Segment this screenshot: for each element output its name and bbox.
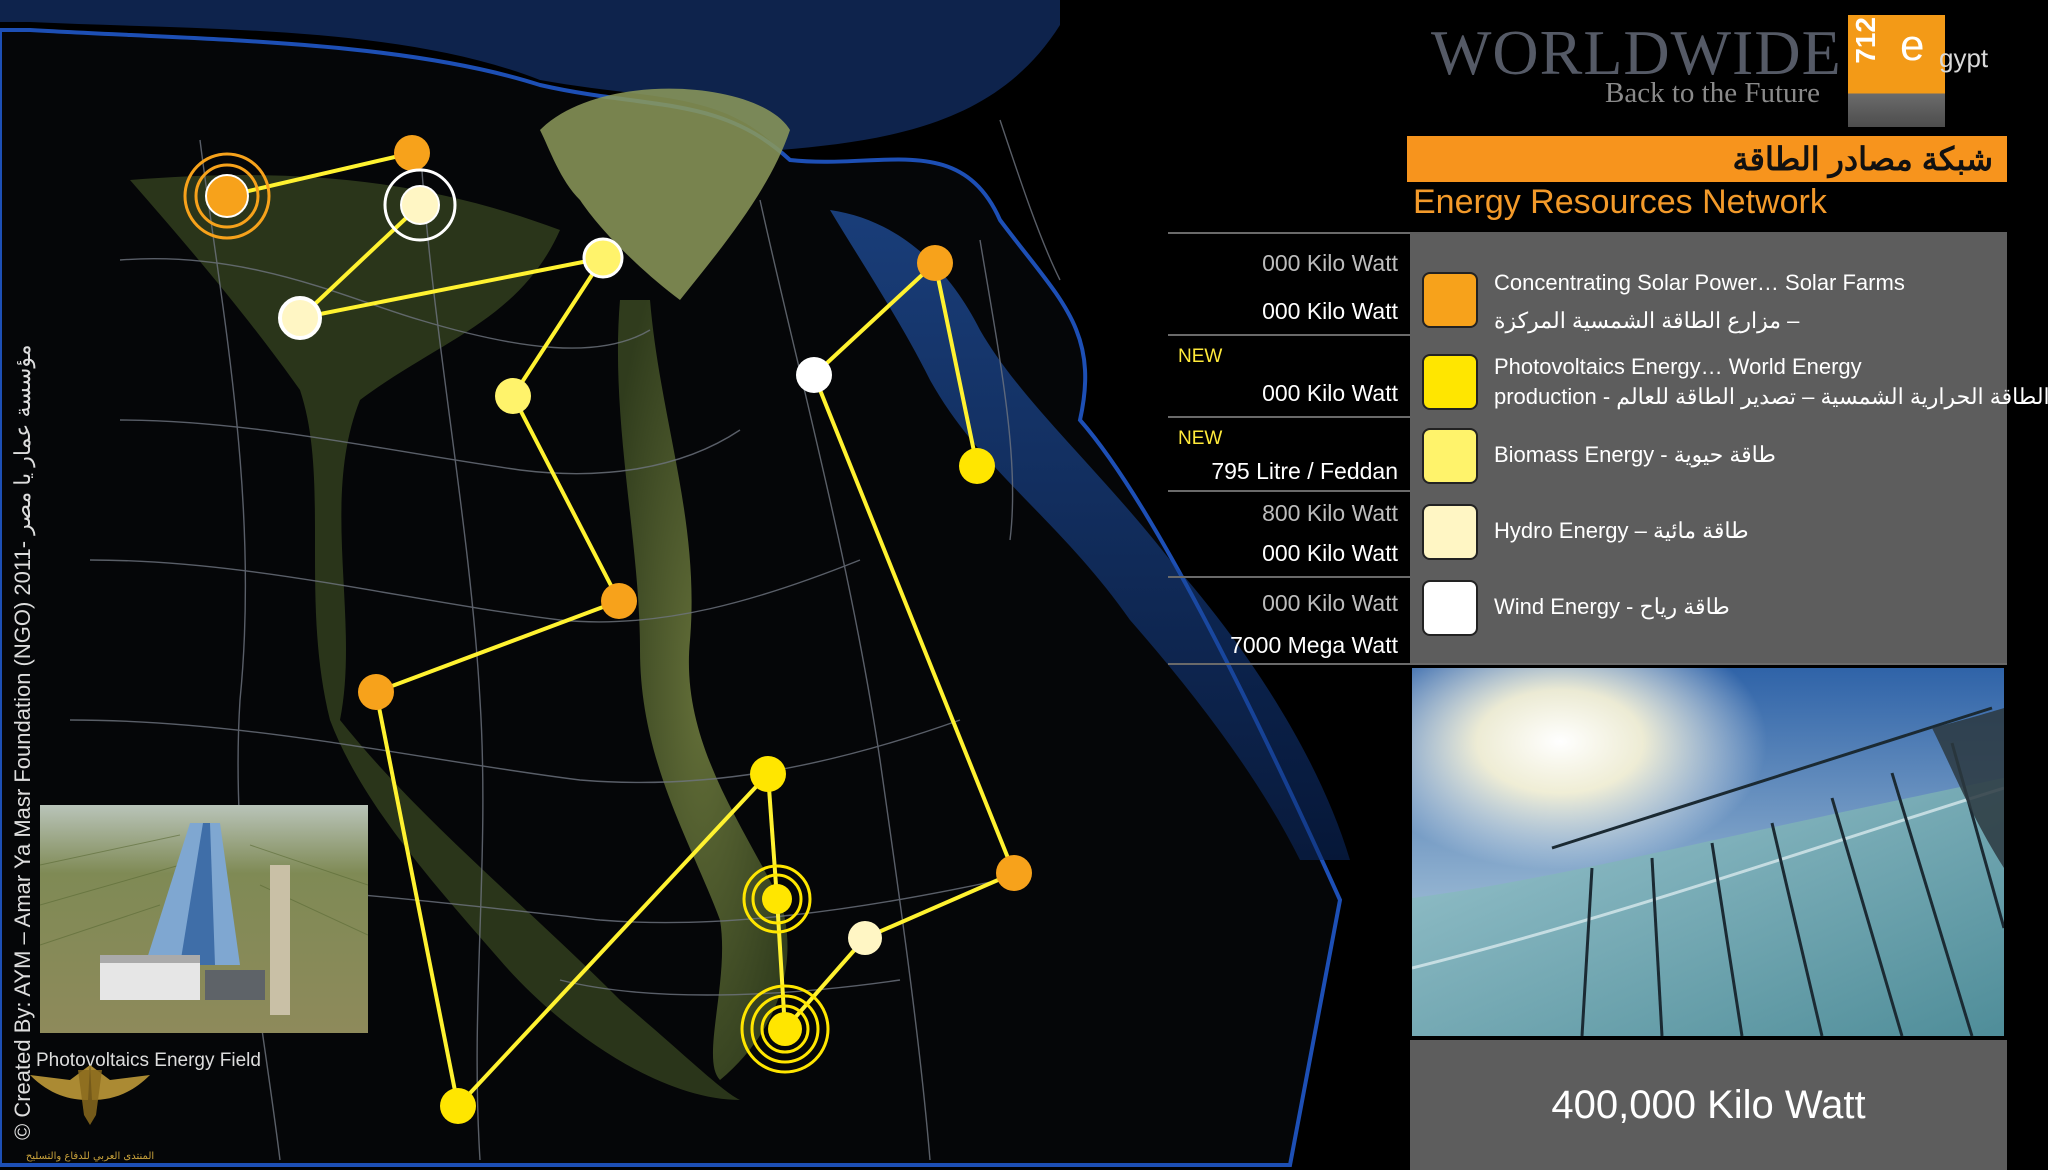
stats-column: 000 Kilo Watt 000 Kilo Watt NEW 000 Kilo… [1168,232,1410,664]
brand-wordmark: WORLDWIDE [1431,17,1842,88]
legend-item-wind: Wind Energy - طاقة رياح [1422,580,2001,640]
stat-value: 7000 Mega Watt [1230,632,1398,658]
pv-node-kharga [750,756,786,792]
stat-value: 000 Kilo Watt [1262,380,1398,406]
forum-logo-watermark: المنتدى العربي للدفاع والتسليح [26,1065,154,1162]
section-divider [1168,663,2007,665]
pv-node-sharm [959,448,995,484]
stat-block-wind: 000 Kilo Watt 7000 Mega Watt [1168,576,1410,666]
legend-swatch [1422,580,1478,636]
legend-swatch [1422,504,1478,560]
stat-value: 800 Kilo Watt [1262,500,1398,526]
biomass-node-cairo [582,237,624,279]
title-arabic: شبكة مصادر الطاقة [1407,136,2007,182]
hydro-node-aswan-dam [848,921,882,955]
legend-item-hydro: Hydro Energy – طاقة مائية [1422,504,2001,564]
title-english: Energy Resources Network [1413,183,1827,221]
wind-node-zafarana [796,357,832,393]
stat-block-hydro: 800 Kilo Watt 000 Kilo Watt [1168,490,1410,578]
brand-header: WORLDWIDE Back to the Future 712 e gypt [1425,15,2005,130]
legend-label-arabic: production - الطاقة الحرارية الشمسية – ت… [1494,384,2048,409]
legend-panel: Concentrating Solar Power… Solar Farms م… [1410,232,2048,664]
csp-node-minya [601,583,637,619]
csp-node-red-sea [996,855,1032,891]
biomass-node-fayoum [495,378,531,414]
logo-e: e [1900,21,1925,70]
egypt-712-logo: 712 e [1848,15,1945,127]
pv-node-owainat [440,1088,476,1124]
new-badge: NEW [1178,346,1223,367]
stat-value: 000 Kilo Watt [1262,590,1398,616]
new-badge: NEW [1178,428,1223,449]
stat-block-pv: NEW 000 Kilo Watt [1168,334,1410,418]
brand-tagline: Back to the Future [1605,77,1821,109]
svg-text:المنتدى العربي للدفاع والتسليح: المنتدى العربي للدفاع والتسليح [26,1151,154,1162]
photovoltaics-field-photo [40,805,368,1033]
legend-swatch [1422,354,1478,410]
legend-label: Wind Energy - طاقة رياح [1494,594,1730,619]
solar-collectors-photo [1412,668,2004,1036]
legend-label-arabic: مزارع الطاقة الشمسية المركزة – [1494,308,1800,333]
stat-block-csp: 000 Kilo Watt 000 Kilo Watt [1168,232,1410,336]
stat-value: 000 Kilo Watt [1262,250,1398,276]
legend-item-biomass: Biomass Energy - طاقة حيوية [1422,428,2001,488]
stat-value: 000 Kilo Watt [1262,298,1398,324]
total-capacity-box: 400,000 Kilo Watt [1410,1040,2007,1170]
csp-node-matruh [394,135,430,171]
legend-swatch [1422,428,1478,484]
credit-line: © Created By: AYM – Amar Ya Masr Foundat… [10,344,35,1140]
legend-label: Biomass Energy - طاقة حيوية [1494,442,1776,467]
legend-label: Photovoltaics Energy… World Energy [1494,354,1862,379]
stat-block-biomass: NEW 795 Litre / Feddan [1168,416,1410,492]
legend-item-pv: Photovoltaics Energy… World Energy produ… [1422,352,2048,416]
legend-label: Concentrating Solar Power… Solar Farms [1494,270,1905,295]
logo-gypt: gypt [1939,43,1989,73]
csp-node-sinai [917,245,953,281]
legend-item-csp: Concentrating Solar Power… Solar Farms م… [1422,268,2001,338]
hydro-node-west [278,296,322,340]
total-capacity-value: 400,000 Kilo Watt [1551,1082,1866,1127]
legend-swatch [1422,272,1478,328]
csp-node-farafra [358,674,394,710]
legend-label: Hydro Energy – طاقة مائية [1494,518,1749,543]
stat-value: 795 Litre / Feddan [1211,458,1398,484]
logo-number: 712 [1850,17,1881,64]
stat-value: 000 Kilo Watt [1262,540,1398,566]
pv-node-luxor [742,864,812,934]
